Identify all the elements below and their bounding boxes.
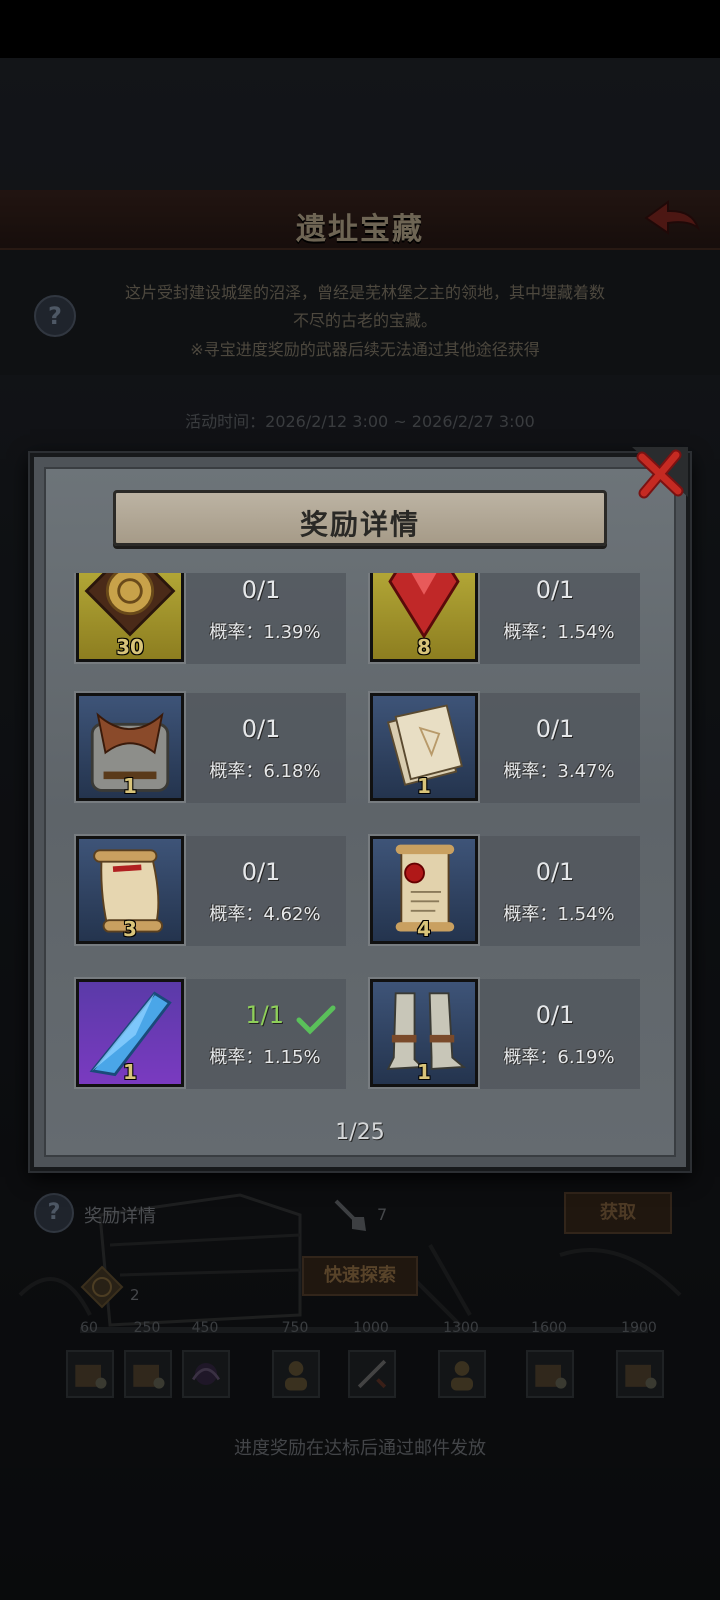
- blue-crystal-icon: 1: [76, 979, 184, 1087]
- item-progress: 0/1: [241, 576, 281, 604]
- item-probability: 概率：4.62%: [209, 904, 321, 925]
- reward-grid[interactable]: 30 0/1 概率：1.39% 8 0/1 概率：1.54% 1 0/1 概率：: [64, 573, 656, 1099]
- close-icon[interactable]: [632, 447, 688, 503]
- item-count: 1: [417, 1060, 431, 1084]
- item-progress: 0/1: [535, 858, 575, 886]
- item-probability: 概率：1.54%: [503, 904, 615, 925]
- item-info-panel: [176, 693, 346, 803]
- item-info-panel: [470, 693, 640, 803]
- item-progress: 0/1: [535, 576, 575, 604]
- sealed-letter-icon: 4: [370, 836, 478, 944]
- item-probability: 概率：1.54%: [503, 622, 615, 643]
- item-progress: 0/1: [241, 858, 281, 886]
- reward-item[interactable]: 1 0/1 概率：6.18%: [64, 693, 354, 803]
- page-indicator: 1/25: [335, 1120, 385, 1145]
- reward-item[interactable]: 8 0/1 概率：1.54%: [358, 573, 648, 664]
- item-info-panel: [470, 836, 640, 946]
- modal-header: 奖励详情: [113, 490, 607, 546]
- reward-item[interactable]: 1 0/1 概率：3.47%: [358, 693, 648, 803]
- item-progress: 0/1: [535, 1001, 575, 1029]
- checkmark-icon: [296, 1005, 336, 1035]
- item-probability: 概率：1.15%: [209, 1047, 321, 1068]
- reward-item[interactable]: 1 1/1 概率：1.15%: [64, 979, 354, 1089]
- blueprint-papers-icon: 1: [370, 693, 478, 801]
- item-count: 1: [417, 774, 431, 798]
- item-count: 8: [417, 635, 431, 659]
- red-gem-icon: 8: [370, 573, 478, 662]
- reward-item[interactable]: 3 0/1 概率：4.62%: [64, 836, 354, 946]
- reward-item[interactable]: 30 0/1 概率：1.39%: [64, 573, 354, 664]
- item-progress: 0/1: [535, 715, 575, 743]
- iron-boots-icon: 1: [370, 979, 478, 1087]
- item-count: 1: [123, 1060, 137, 1084]
- reward-item[interactable]: 1 0/1 概率：6.19%: [358, 979, 648, 1089]
- item-progress: 0/1: [241, 715, 281, 743]
- item-probability: 概率：3.47%: [503, 761, 615, 782]
- item-probability: 概率：6.18%: [209, 761, 321, 782]
- item-info-panel: [176, 836, 346, 946]
- item-info-panel: [470, 979, 640, 1089]
- item-probability: 概率：6.19%: [503, 1047, 615, 1068]
- red-scroll-icon: 3: [76, 836, 184, 944]
- modal-title: 奖励详情: [299, 508, 420, 541]
- item-count: 30: [116, 635, 144, 659]
- item-count: 1: [123, 774, 137, 798]
- reward-item[interactable]: 4 0/1 概率：1.54%: [358, 836, 648, 946]
- gold-rune-tablet-icon: 30: [76, 573, 184, 662]
- item-progress: 1/1: [245, 1001, 284, 1029]
- item-count: 4: [417, 917, 431, 941]
- item-count: 3: [123, 917, 137, 941]
- status-bar: [0, 0, 720, 58]
- chainmail-armor-icon: 1: [76, 693, 184, 801]
- item-probability: 概率：1.39%: [209, 622, 321, 643]
